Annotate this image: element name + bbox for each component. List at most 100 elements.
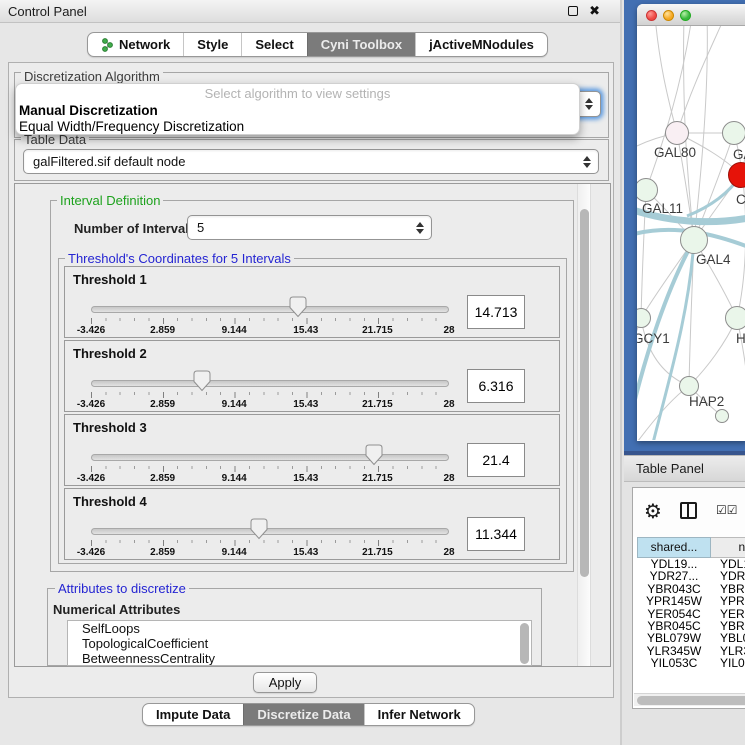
- node-label-hap2: HAP2: [689, 394, 724, 409]
- gear-icon[interactable]: ⚙: [644, 499, 662, 524]
- table-hscrollbar-track[interactable]: [634, 693, 745, 706]
- thresholds-group-title: Threshold's Coordinates for 5 Intervals: [65, 251, 294, 266]
- dropdown-option-equal-width[interactable]: Equal Width/Frequency Discretization: [16, 119, 579, 135]
- network-node-h[interactable]: [725, 306, 745, 330]
- tick-label: 15.43: [293, 399, 318, 410]
- tick-label: 2.859: [150, 325, 175, 336]
- slider-thumb[interactable]: [250, 518, 268, 540]
- control-panel: Control Panel ✖ Network Style Select Cyn…: [0, 0, 620, 745]
- algorithm-group-title: Discretization Algorithm: [21, 69, 163, 84]
- table-row[interactable]: YBL079WYBL0: [637, 632, 745, 644]
- slider-track[interactable]: [91, 454, 449, 461]
- tab-discretize-data[interactable]: Discretize Data: [243, 704, 363, 725]
- tick-label: 21.715: [362, 399, 393, 410]
- apply-button[interactable]: Apply: [253, 672, 317, 693]
- screen: Control Panel ✖ Network Style Select Cyn…: [0, 0, 745, 745]
- bottom-tab-bar: Impute Data Discretize Data Infer Networ…: [142, 703, 475, 726]
- cell: YBL079W: [637, 632, 711, 644]
- slider-ruler: [91, 318, 449, 324]
- network-node-gal4[interactable]: [680, 226, 708, 254]
- tab-impute-data[interactable]: Impute Data: [143, 704, 243, 725]
- tab-cyni-toolbox[interactable]: Cyni Toolbox: [307, 33, 415, 56]
- tab-network[interactable]: Network: [88, 33, 183, 56]
- list-scrollbar[interactable]: [520, 623, 529, 664]
- tab-style[interactable]: Style: [183, 33, 241, 56]
- threshold-3-label: Threshold 3: [73, 420, 147, 435]
- top-tab-bar: Network Style Select Cyni Toolbox jActiv…: [87, 32, 548, 57]
- slider-track[interactable]: [91, 380, 449, 387]
- node-label-gal80: GAL80: [654, 145, 696, 160]
- network-node-bottom[interactable]: [715, 409, 729, 423]
- algorithm-dropdown-popup: Select algorithm to view settings Manual…: [15, 83, 580, 135]
- numerical-attributes-label: Numerical Attributes: [53, 602, 180, 617]
- threshold-row-3: Threshold 3 -3.426 2.859 9.144 15.43 21: [64, 414, 560, 486]
- tick-label: 21.715: [362, 547, 393, 558]
- threshold-3-value-field[interactable]: 21.4: [467, 443, 525, 477]
- tick-label: 15.43: [293, 325, 318, 336]
- threshold-4-label: Threshold 4: [73, 494, 147, 509]
- tab-jactivemnodules[interactable]: jActiveMNodules: [415, 33, 547, 56]
- columns-icon[interactable]: [680, 502, 697, 519]
- numerical-attributes-list: SelfLoops TopologicalCoefficient Between…: [67, 620, 532, 666]
- slider-thumb[interactable]: [193, 370, 211, 392]
- right-region: GAL80 GA C GAL11 GAL4 GCY1 H HAP2 Table …: [620, 0, 745, 745]
- close-icon[interactable]: ✖: [589, 3, 600, 19]
- control-panel-title: Control Panel: [8, 4, 87, 19]
- list-item[interactable]: TopologicalCoefficient: [68, 636, 531, 651]
- slider-thumb[interactable]: [365, 444, 383, 466]
- panel-scrollbar-thumb[interactable]: [580, 209, 589, 577]
- cell: YIL0: [711, 657, 745, 669]
- slider-ruler: [91, 466, 449, 472]
- table-hscrollbar-thumb[interactable]: [637, 696, 745, 705]
- network-node-gal80[interactable]: [665, 121, 689, 145]
- table-row[interactable]: YPR145WYPR1: [637, 595, 745, 607]
- tick-label: 2.859: [150, 473, 175, 484]
- close-button[interactable]: [646, 10, 657, 21]
- slider-thumb[interactable]: [289, 296, 307, 318]
- tab-select[interactable]: Select: [241, 33, 306, 56]
- slider-track[interactable]: [91, 528, 449, 535]
- threshold-1-value-field[interactable]: 14.713: [467, 295, 525, 329]
- list-item[interactable]: BetweennessCentrality: [68, 651, 531, 666]
- float-window-icon[interactable]: [568, 6, 578, 16]
- slider-tick-labels: -3.426 2.859 9.144 15.43 21.715 28: [91, 399, 449, 411]
- tab-discretize-data-label: Discretize Data: [257, 704, 350, 725]
- select-columns-checkboxes-icon[interactable]: ☑☑: [716, 503, 738, 517]
- table-panel-titlebar: Table Panel: [624, 455, 745, 482]
- column-header-name[interactable]: name: [711, 537, 745, 558]
- tab-impute-data-label: Impute Data: [156, 704, 230, 725]
- column-header-shared-name[interactable]: shared...: [637, 537, 711, 558]
- threshold-2-value-field[interactable]: 6.316: [467, 369, 525, 403]
- combobox-arrows-icon: [585, 98, 593, 110]
- number-of-intervals-combobox[interactable]: 5: [187, 215, 432, 240]
- tab-infer-network[interactable]: Infer Network: [364, 704, 474, 725]
- threshold-4-slider: -3.426 2.859 9.144 15.43 21.715 28: [91, 518, 449, 560]
- slider-track[interactable]: [91, 306, 449, 313]
- table-row[interactable]: YIL053CYIL0: [637, 657, 745, 669]
- tick-label: 28: [443, 547, 454, 558]
- tick-label: 21.715: [362, 325, 393, 336]
- network-icon: [101, 38, 114, 52]
- threshold-row-2: Threshold 2 -3.426 2.859 9.144 15.43 21: [64, 340, 560, 412]
- tick-label: 9.144: [222, 325, 247, 336]
- network-node-top-right[interactable]: [722, 121, 745, 145]
- network-node-hap2[interactable]: [679, 376, 699, 396]
- combobox-arrows-icon: [416, 222, 424, 234]
- tick-label: -3.426: [77, 399, 105, 410]
- dropdown-option-manual[interactable]: Manual Discretization: [16, 103, 579, 119]
- tab-infer-network-label: Infer Network: [378, 704, 461, 725]
- threshold-4-value-field[interactable]: 11.344: [467, 517, 525, 551]
- minimize-button[interactable]: [663, 10, 674, 21]
- table-data-combobox[interactable]: galFiltered.sif default node: [23, 149, 599, 174]
- tick-label: 28: [443, 399, 454, 410]
- list-item[interactable]: SelfLoops: [68, 621, 531, 636]
- zoom-button[interactable]: [680, 10, 691, 21]
- node-label-gal11: GAL11: [642, 201, 683, 216]
- slider-tick-labels: -3.426 2.859 9.144 15.43 21.715 28: [91, 325, 449, 337]
- network-desktop-background: GAL80 GA C GAL11 GAL4 GCY1 H HAP2: [624, 0, 745, 455]
- tab-network-label: Network: [119, 33, 170, 56]
- panel-scrollbar-track[interactable]: [577, 184, 591, 666]
- table-row[interactable]: YDR27...YDR2: [637, 570, 745, 582]
- network-canvas[interactable]: GAL80 GA C GAL11 GAL4 GCY1 H HAP2: [637, 26, 745, 440]
- threshold-row-4: Threshold 4 -3.426 2.859 9.144 15.43 21: [64, 488, 560, 560]
